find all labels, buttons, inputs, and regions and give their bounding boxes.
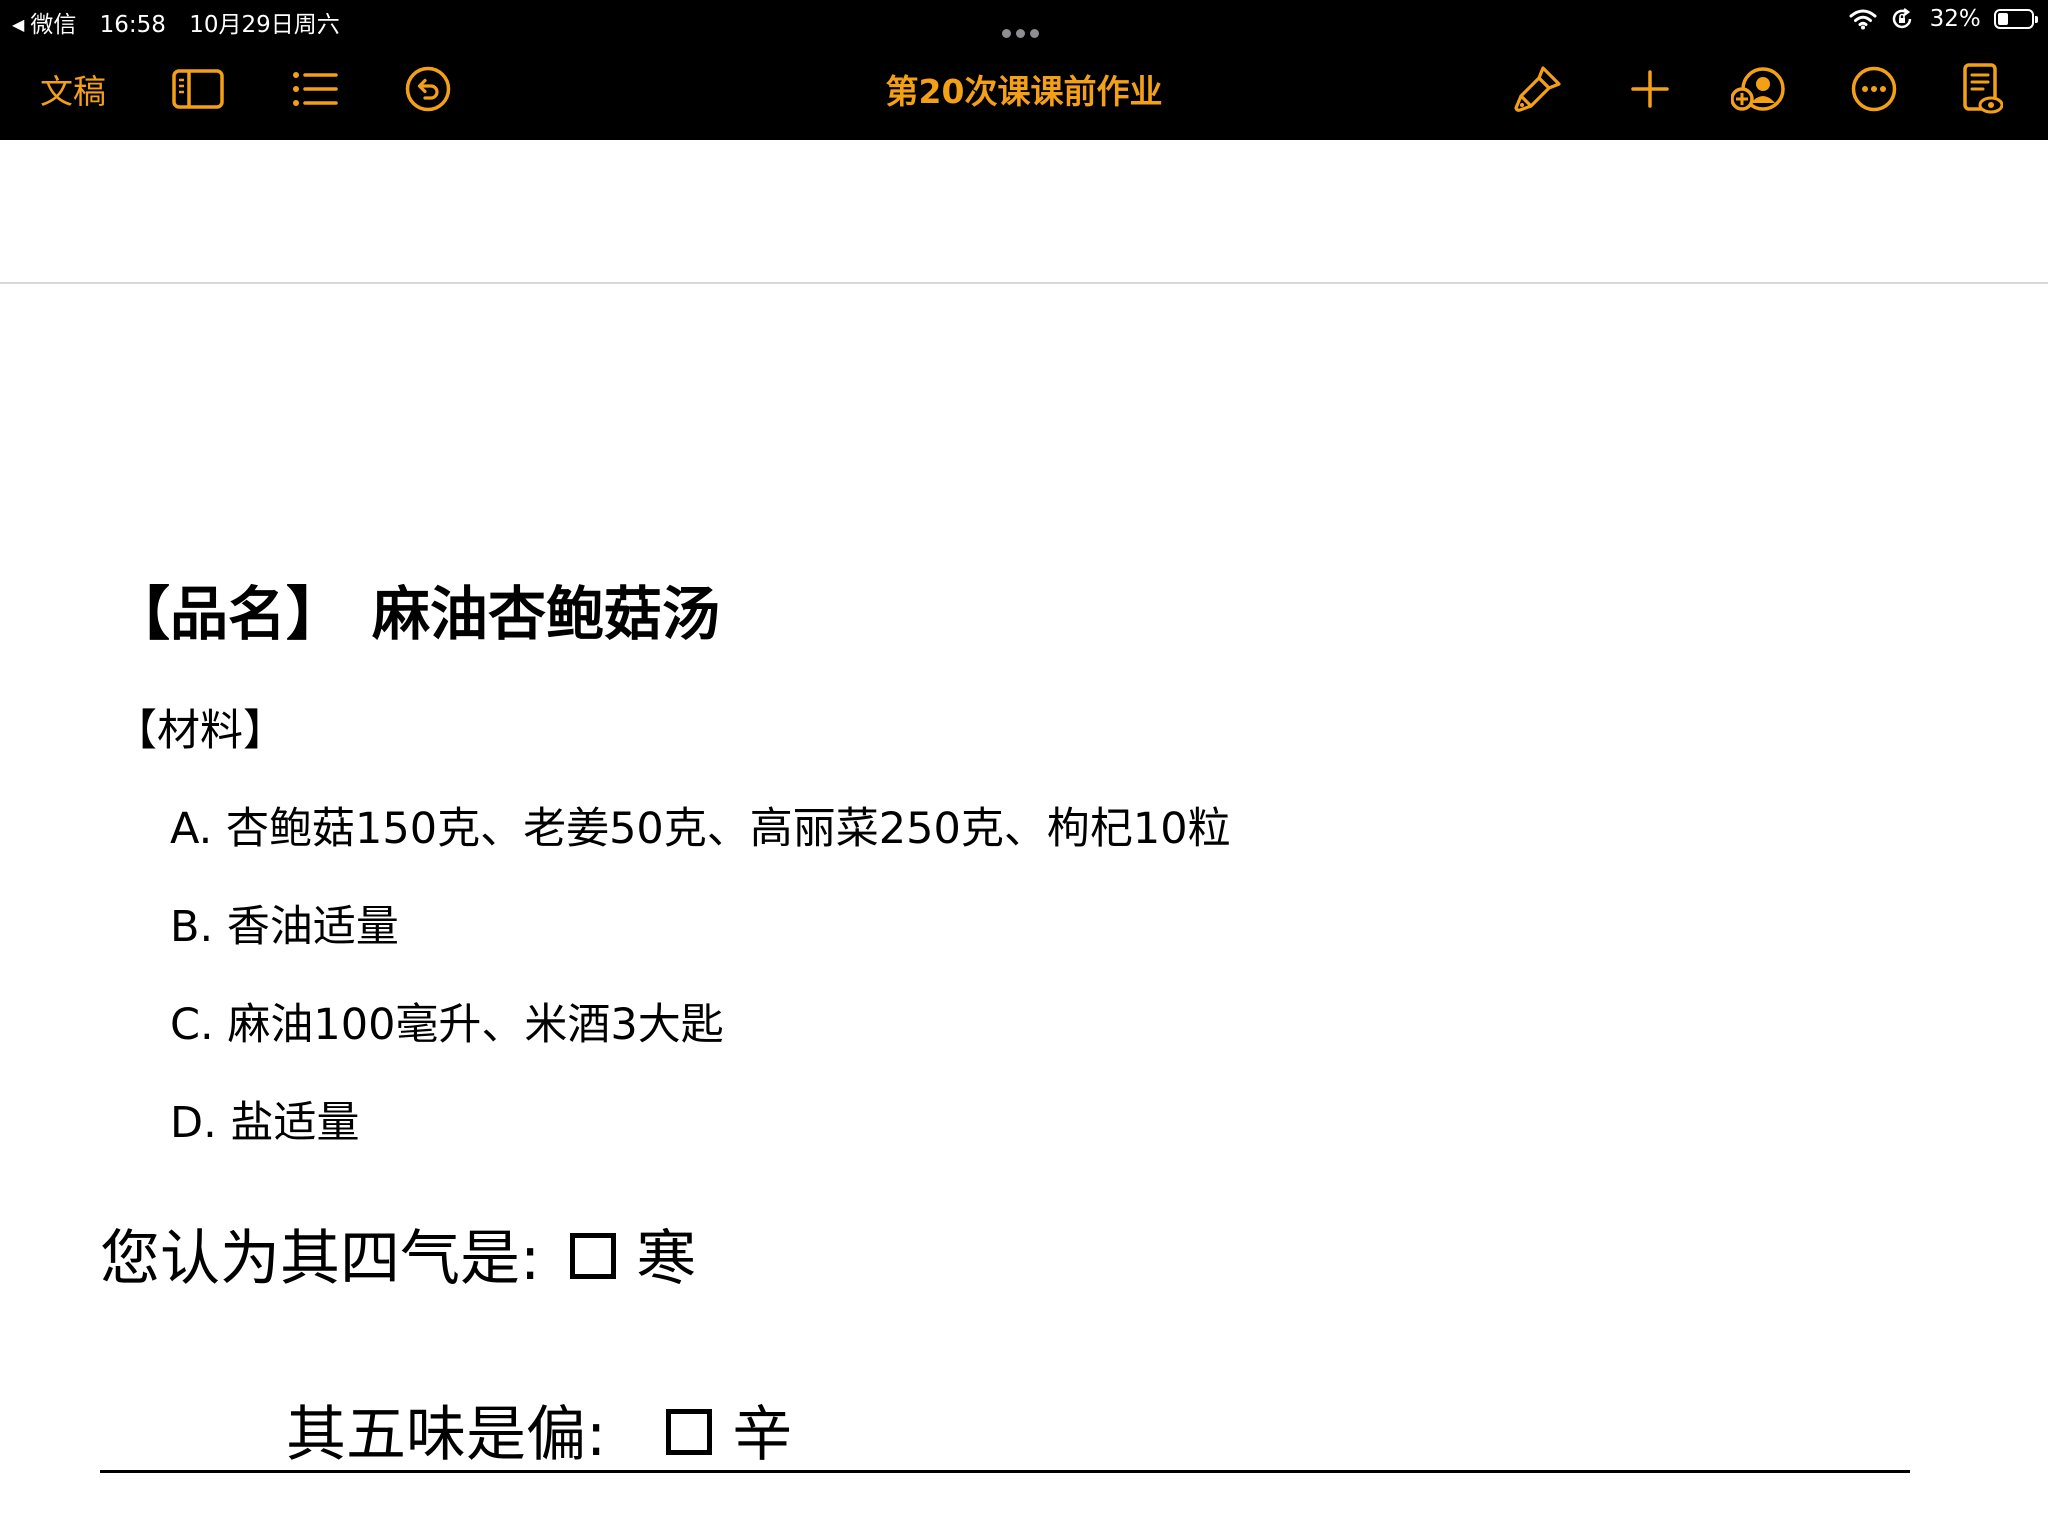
plus-icon	[1631, 70, 1669, 108]
status-date: 10月29日周六	[189, 12, 340, 38]
divider-line	[100, 1470, 1910, 1473]
checkbox-pungent[interactable]	[666, 1408, 713, 1455]
materials-heading[interactable]: 【材料】	[114, 696, 286, 758]
question-five-flavors: 其五味是偏: 辛	[286, 1386, 792, 1473]
document-canvas[interactable]: 【品名】 麻油杏鲍菇汤 【材料】 A. 杏鲍菇150克、老姜50克、高丽菜250克…	[0, 284, 2048, 1536]
ingredient-line[interactable]: B. 香油适量	[170, 892, 399, 954]
reading-view-icon	[1963, 63, 2003, 114]
status-time: 16:58	[99, 12, 166, 38]
brush-icon	[1514, 66, 1561, 112]
insert-button[interactable]	[1628, 38, 1672, 140]
option-cold-label[interactable]: 寒	[636, 1210, 696, 1297]
rotation-lock-icon	[1893, 7, 1912, 28]
more-icon	[1851, 66, 1897, 112]
sidebar-icon	[172, 69, 224, 109]
collaborate-button[interactable]	[1730, 38, 1788, 140]
option-pungent-label[interactable]: 辛	[732, 1386, 792, 1473]
sidebar-button[interactable]	[170, 38, 226, 140]
page-header-region[interactable]	[0, 140, 2048, 284]
more-button[interactable]	[1850, 38, 1898, 140]
undo-button[interactable]	[404, 38, 452, 140]
ingredient-line[interactable]: C. 麻油100毫升、米酒3大匙	[170, 990, 724, 1052]
question-four-qi: 您认为其四气是: 寒	[100, 1210, 696, 1297]
toolbar: 第20次课课前作业 文稿	[0, 38, 2048, 140]
wifi-icon	[1849, 9, 1877, 29]
status-bar: ◀ 微信 16:58 10月29日周六 32%	[0, 0, 2048, 38]
format-button[interactable]	[1512, 38, 1564, 140]
back-arrow-icon[interactable]: ◀	[12, 15, 24, 34]
outline-button[interactable]	[290, 38, 340, 140]
ingredient-line[interactable]: D. 盐适量	[170, 1088, 359, 1150]
document-title[interactable]: 第20次课课前作业	[886, 65, 1163, 113]
battery-icon	[1994, 8, 2038, 29]
reading-view-button[interactable]	[1960, 38, 2004, 140]
question-flavor-prompt[interactable]: 其五味是偏:	[286, 1386, 606, 1473]
checkbox-cold[interactable]	[570, 1232, 617, 1279]
multitasking-dots-icon[interactable]	[1002, 18, 1046, 38]
collaborate-icon	[1731, 67, 1785, 111]
documents-label: 文稿	[40, 72, 106, 111]
documents-button[interactable]: 文稿	[40, 38, 106, 140]
undo-icon	[405, 66, 451, 112]
status-left: ◀ 微信 16:58 10月29日周六	[12, 5, 356, 39]
recipe-title[interactable]: 【品名】 麻油杏鲍菇汤	[112, 567, 720, 651]
title-bracket: 【品名】	[112, 580, 345, 648]
question-qi-prompt[interactable]: 您认为其四气是:	[100, 1210, 540, 1297]
back-app-label[interactable]: 微信	[30, 12, 76, 38]
title-dish-name: 麻油杏鲍菇汤	[372, 580, 721, 648]
status-right: 32%	[1849, 5, 2038, 35]
list-icon	[293, 72, 338, 106]
ingredient-line[interactable]: A. 杏鲍菇150克、老姜50克、高丽菜250克、枸杞10粒	[170, 794, 1231, 856]
battery-percent: 32%	[1929, 5, 1981, 32]
pages-app-window: ◀ 微信 16:58 10月29日周六 32% 第20次课课前作业 文稿 【品名…	[0, 0, 2048, 1536]
